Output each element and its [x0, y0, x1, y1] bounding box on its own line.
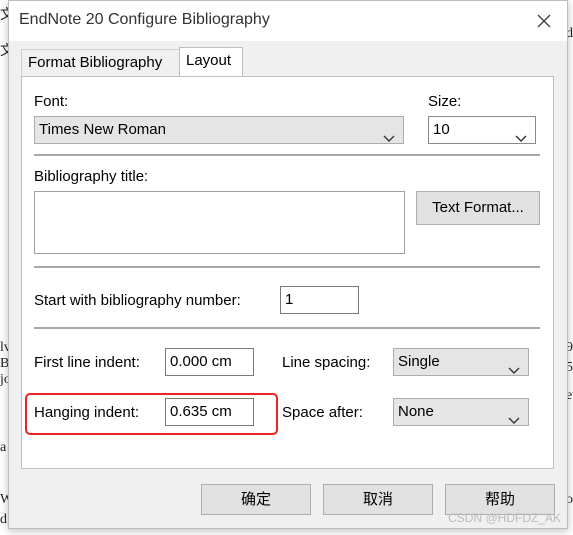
chevron-down-icon — [383, 126, 395, 142]
bibliography-title-input[interactable] — [34, 191, 405, 254]
ok-button[interactable]: 确定 — [201, 484, 311, 515]
configure-bibliography-dialog: EndNote 20 Configure Bibliography Format… — [8, 0, 568, 529]
background-doc-text: a — [0, 440, 7, 455]
tab-format-bibliography[interactable]: Format Bibliography — [21, 49, 183, 76]
background-doc-text: d — [0, 512, 7, 527]
start-number-input[interactable]: 1 — [280, 286, 359, 314]
tab-layout[interactable]: Layout — [179, 47, 243, 77]
window-title: EndNote 20 Configure Bibliography — [19, 11, 270, 28]
watermark-text: CSDN @HDFDZ_AK — [448, 511, 561, 525]
font-select[interactable]: Times New Roman — [34, 116, 404, 144]
space-after-select[interactable]: None — [393, 398, 529, 426]
first-line-indent-label: First line indent: — [34, 354, 140, 371]
font-label: Font: — [34, 93, 69, 110]
divider — [34, 266, 540, 268]
chevron-down-icon — [508, 408, 520, 424]
text-format-button[interactable]: Text Format... — [416, 191, 540, 225]
hanging-indent-highlight — [25, 393, 278, 435]
line-spacing-label: Line spacing: — [282, 354, 371, 371]
bibliography-title-label: Bibliography title: — [34, 168, 149, 185]
divider — [34, 327, 540, 329]
close-icon[interactable] — [533, 7, 555, 33]
start-number-label: Start with bibliography number: — [34, 292, 241, 309]
space-after-label: Space after: — [282, 404, 363, 421]
divider — [34, 154, 540, 156]
title-bar[interactable]: EndNote 20 Configure Bibliography — [9, 1, 567, 41]
line-spacing-select[interactable]: Single — [393, 348, 529, 376]
size-label: Size: — [428, 93, 462, 110]
size-select[interactable]: 10 — [428, 116, 536, 144]
first-line-indent-input[interactable]: 0.000 cm — [165, 348, 254, 376]
chevron-down-icon — [508, 358, 520, 374]
cancel-button[interactable]: 取消 — [323, 484, 433, 515]
chevron-down-icon — [515, 126, 527, 142]
